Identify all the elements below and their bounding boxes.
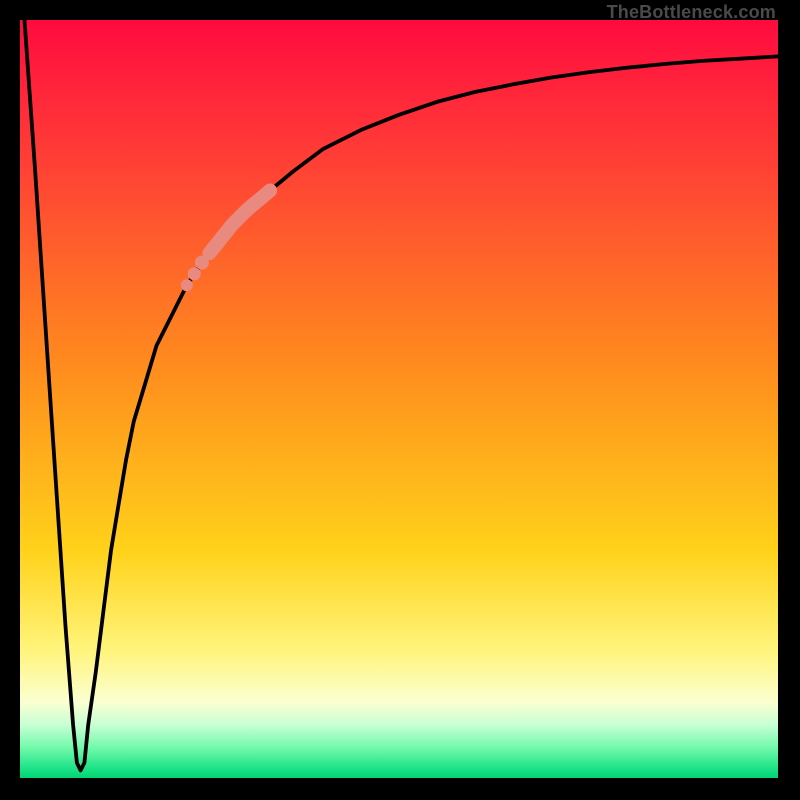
highlight-markers	[181, 191, 270, 292]
bottleneck-curve	[25, 20, 779, 770]
curve-layer	[20, 20, 778, 778]
chart-frame: TheBottleneck.com	[0, 0, 800, 800]
highlight-dot	[188, 267, 201, 280]
highlight-segment	[210, 191, 271, 254]
plot-area	[20, 20, 778, 778]
highlight-dot	[195, 256, 209, 270]
highlight-dot	[181, 279, 193, 291]
